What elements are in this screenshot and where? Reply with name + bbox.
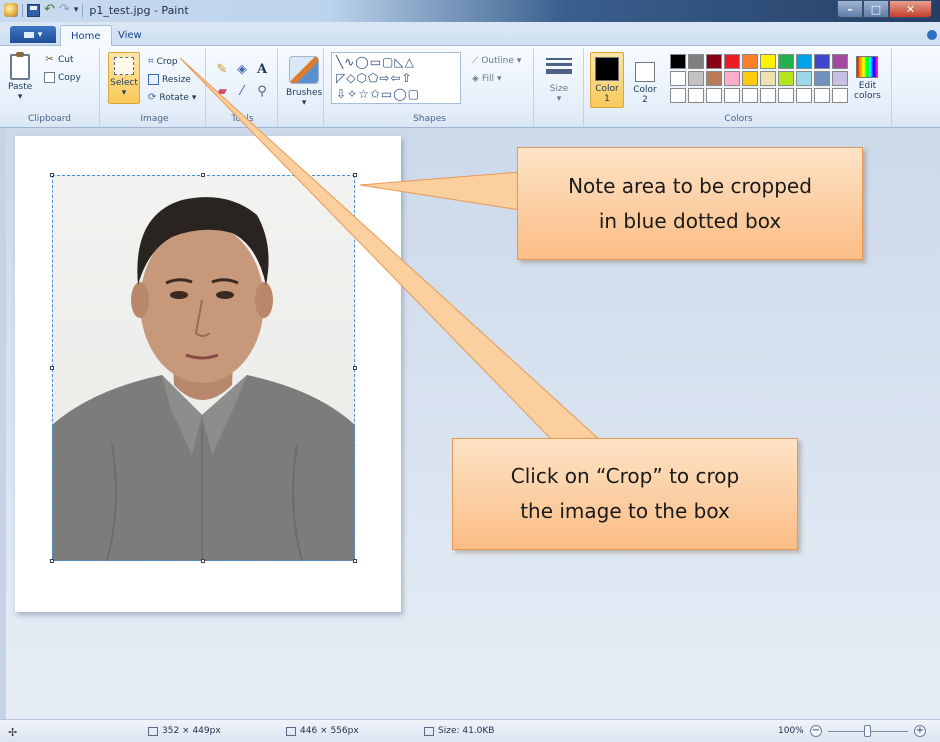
callout-text: in blue dotted box [598,208,782,233]
callout-pointers [179,57,602,441]
move-cursor-icon: ✢ [8,726,18,739]
top-callout-pointer [359,171,521,211]
image-size-icon [286,726,296,736]
status-bar: ✢ 352 × 449px 446 × 556px Size: 41.0KB 1… [0,719,940,742]
image-size-text: 446 × 556px [300,726,359,736]
file-size-text: Size: 41.0KB [438,726,495,736]
crop-area-callout: Note area to be cropped in blue dotted b… [517,147,863,260]
selection-size: 352 × 449px [148,726,221,736]
zoom-level-text: 100% [778,726,804,736]
file-size: Size: 41.0KB [424,726,494,736]
callout-text: Note area to be cropped [568,173,812,198]
zoom-level: 100% [778,726,804,736]
selection-size-icon [148,726,158,736]
image-size: 446 × 556px [286,726,359,736]
zoom-out-button[interactable]: − [810,725,822,737]
zoom-in-button[interactable]: + [914,725,926,737]
click-crop-callout: Click on “Crop” to crop the image to the… [452,438,798,550]
callout-text: Click on “Crop” to crop [510,464,740,488]
callout-text: the image to the box [520,499,730,523]
cursor-position: ✢ [8,726,17,739]
selection-size-text: 352 × 449px [162,726,221,736]
zoom-slider-thumb[interactable] [864,725,871,737]
disk-icon [424,726,434,736]
